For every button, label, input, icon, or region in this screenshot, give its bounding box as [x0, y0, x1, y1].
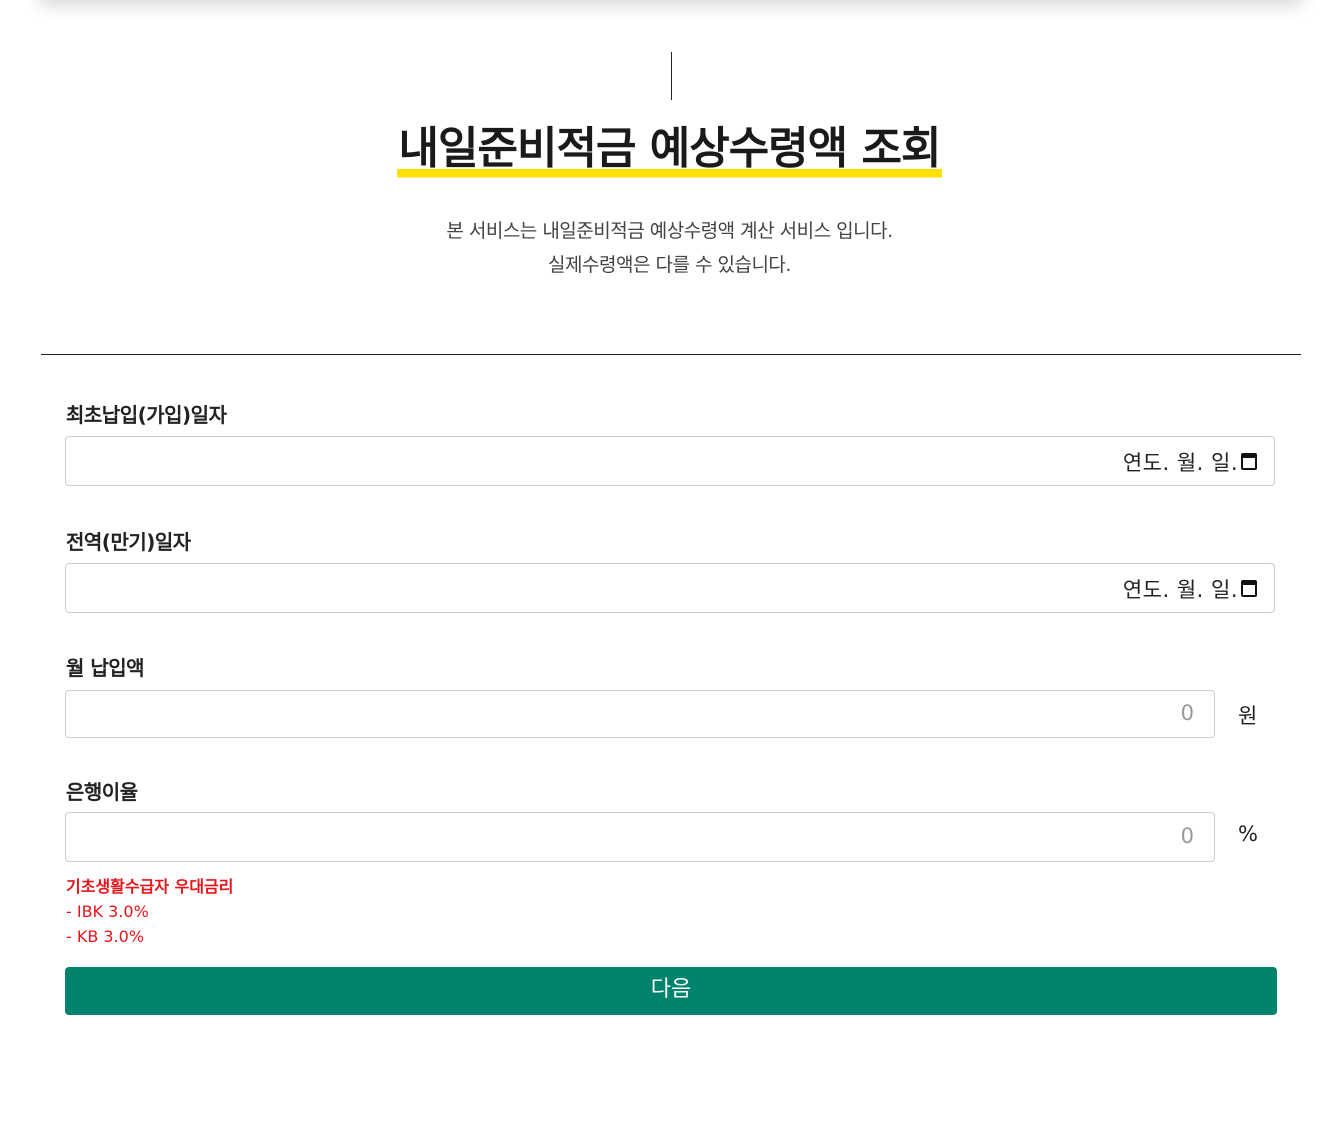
description-line-2: 실제수령액은 다를 수 있습니다.: [548, 254, 791, 276]
discharge-date-label: 전역(만기)일자: [66, 530, 191, 554]
interest-rate-input[interactable]: 0: [65, 812, 1215, 862]
monthly-payment-input[interactable]: 0: [65, 690, 1215, 738]
percent-unit: %: [1238, 822, 1258, 846]
currency-unit: 원: [1238, 704, 1258, 728]
monthly-payment-placeholder: 0: [1180, 701, 1194, 725]
decorative-vertical-line: [671, 52, 672, 100]
page-header: 내일준비적금 예상수령액 조회: [0, 118, 1339, 180]
notice-item-kb: - KB 3.0%: [66, 927, 145, 946]
discharge-date-input[interactable]: 연도. 월. 일.: [65, 563, 1275, 613]
page-description: 본 서비스는 내일준비적금 예상수령액 계산 서비스 입니다. 실제수령액은 다…: [0, 214, 1339, 282]
first-payment-date-label: 최초납입(가입)일자: [66, 403, 227, 427]
section-divider: [41, 354, 1301, 355]
monthly-payment-label: 월 납입액: [66, 656, 145, 680]
interest-rate-label: 은행이율: [66, 780, 138, 804]
date-placeholder: 연도. 월. 일.: [1122, 578, 1238, 602]
calendar-icon[interactable]: [1241, 580, 1257, 597]
page-title: 내일준비적금 예상수령액 조회: [396, 118, 943, 180]
description-line-1: 본 서비스는 내일준비적금 예상수령액 계산 서비스 입니다.: [446, 220, 893, 242]
preferential-rate-notice: 기초생활수급자 우대금리 - IBK 3.0% - KB 3.0%: [66, 874, 234, 949]
first-payment-date-input[interactable]: 연도. 월. 일.: [65, 436, 1275, 486]
notice-item-ibk: - IBK 3.0%: [66, 902, 149, 921]
interest-rate-placeholder: 0: [1180, 824, 1194, 848]
calendar-icon[interactable]: [1241, 453, 1257, 470]
next-button[interactable]: 다음: [65, 967, 1277, 1015]
date-placeholder: 연도. 월. 일.: [1122, 451, 1238, 475]
notice-title: 기초생활수급자 우대금리: [66, 877, 234, 896]
